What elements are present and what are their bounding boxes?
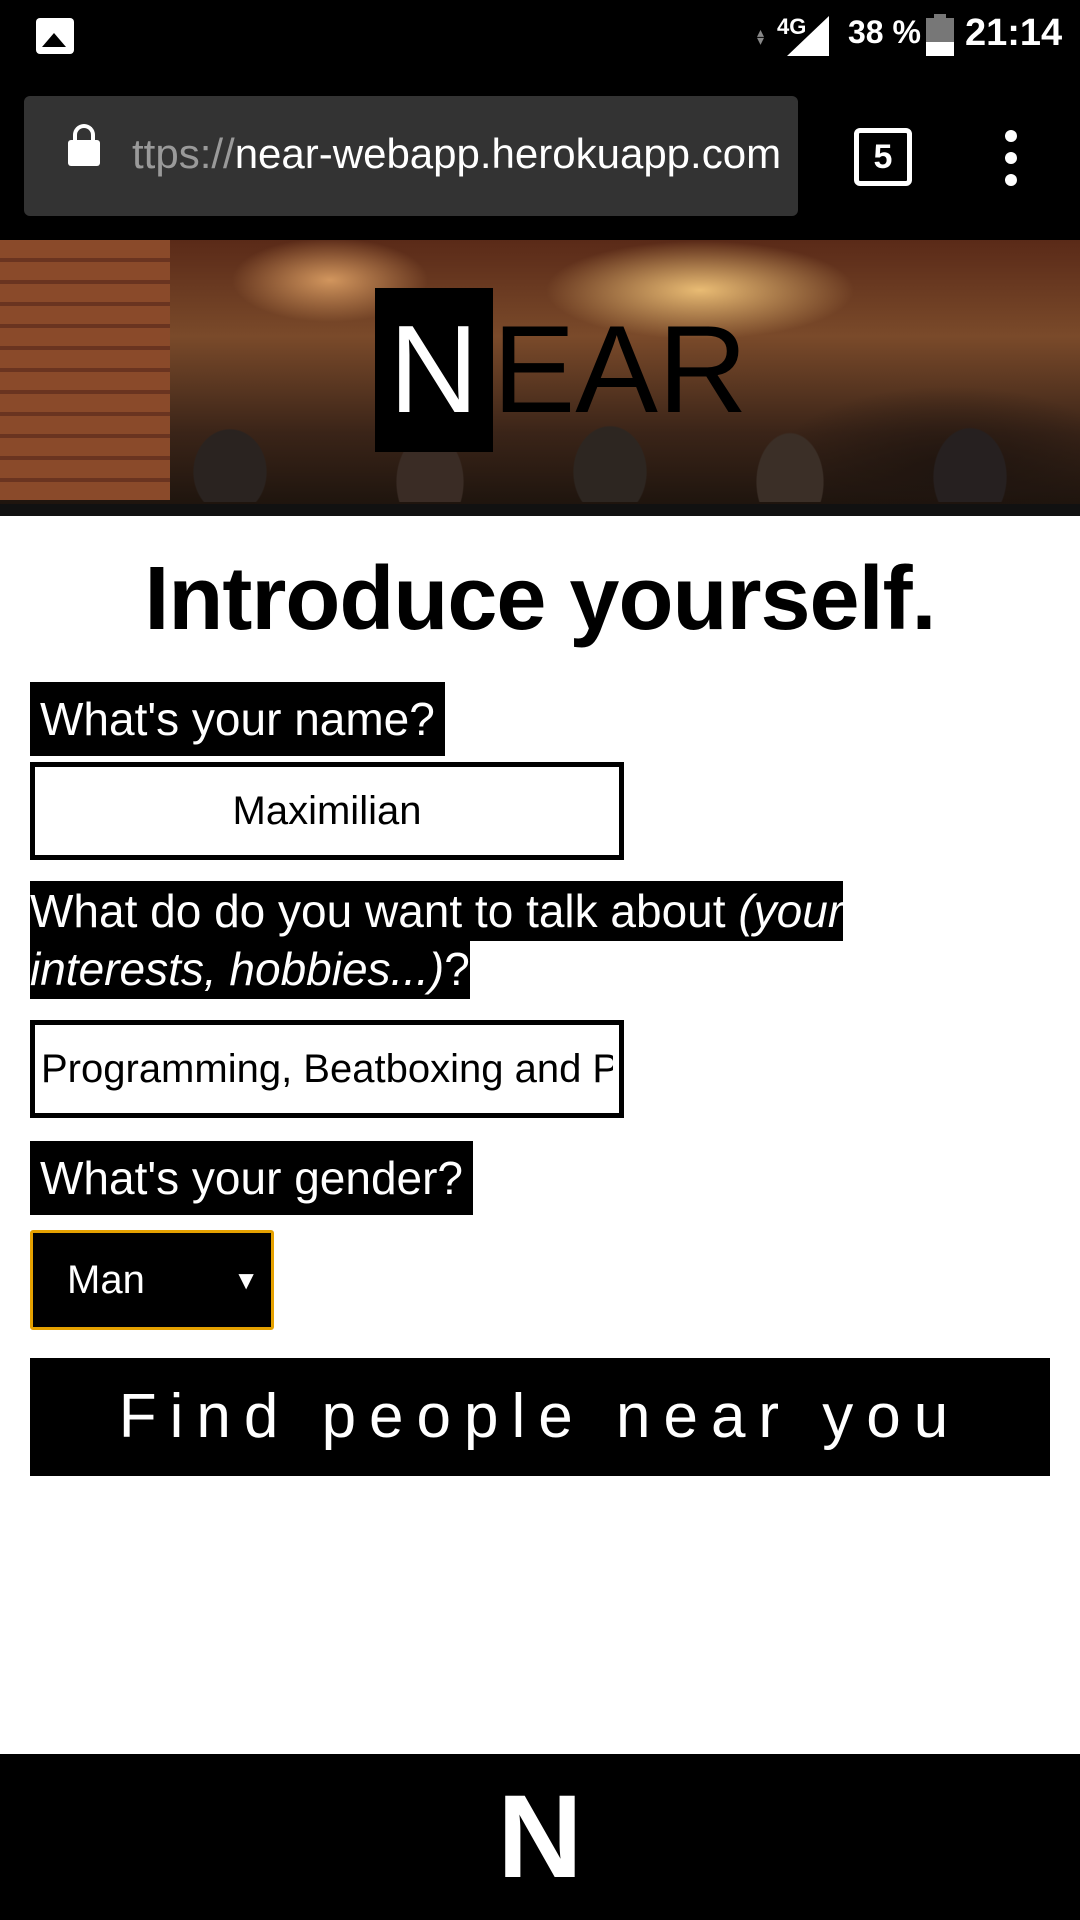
footer-logo: N [0,1754,1080,1920]
hero-banner: N EAR [0,240,1080,516]
lock-icon [68,124,100,166]
overflow-menu-icon[interactable] [1000,130,1022,186]
image-notification-icon [36,18,74,54]
clock: 21:14 [965,12,1063,54]
logo-initial: N [375,288,493,452]
gender-selected-value: Man [67,1258,145,1302]
dropdown-arrow-icon: ▼ [233,1265,259,1295]
name-label: What's your name? [30,682,445,756]
near-logo: N EAR [375,288,748,452]
tab-switcher-button[interactable]: 5 [854,128,912,186]
url-scheme: ttps:// [132,130,235,177]
battery-percent: 38 % [848,14,921,50]
hero-divider [0,504,1080,516]
page-title: Introduce yourself. [144,549,936,649]
battery-icon [926,14,954,56]
signal-icon: ▴ ▾ 4G [757,14,829,56]
logo-rest: EAR [492,301,748,439]
topics-input[interactable] [30,1020,624,1118]
topics-label-text: What do do you want to talk about [30,881,739,941]
address-bar[interactable]: ttps://near-webapp.herokuapp.com [24,96,798,216]
url-text[interactable]: ttps://near-webapp.herokuapp.com [132,130,781,178]
find-people-button[interactable]: Find people near you [30,1358,1050,1476]
name-input[interactable] [30,762,624,860]
gender-label: What's your gender? [30,1141,474,1215]
topics-label-end: ? [444,939,470,999]
browser-toolbar: ttps://near-webapp.herokuapp.com 5 [0,72,1080,240]
market-stall-image [0,240,170,500]
topics-label: What do do you want to talk about (your … [30,881,890,999]
status-bar: ▴ ▾ 4G 38 % 21:14 [0,0,1080,72]
gender-select[interactable]: Man ▼ [30,1230,274,1330]
url-host: near-webapp.herokuapp.com [234,130,782,177]
